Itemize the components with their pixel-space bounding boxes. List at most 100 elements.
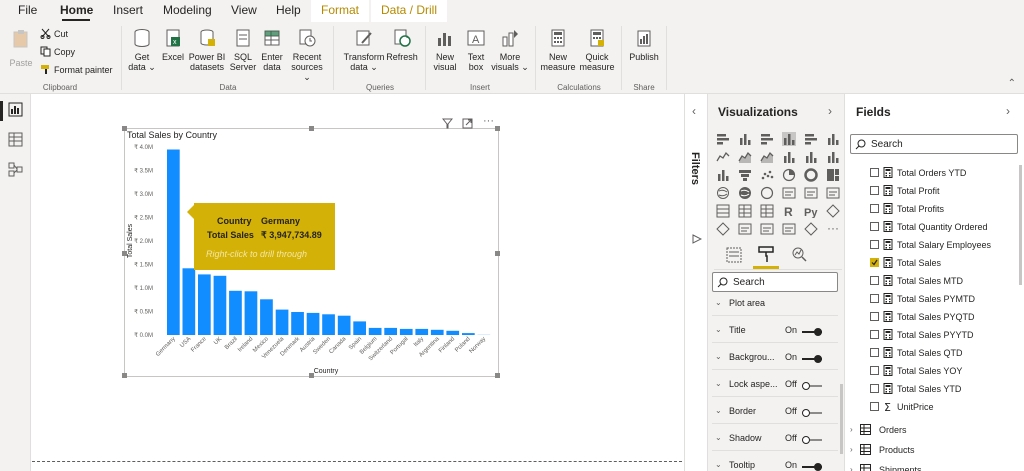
field-checkbox[interactable] — [870, 330, 879, 339]
chevron-right-icon[interactable]: › — [1006, 104, 1010, 118]
pie-chart-icon[interactable] — [782, 168, 796, 182]
refresh-button[interactable]: Refresh — [386, 28, 418, 62]
funnel-icon[interactable] — [738, 168, 752, 182]
bar[interactable] — [399, 328, 413, 335]
field-item[interactable]: Total Sales YTD — [846, 380, 1024, 398]
more-icon[interactable]: ··· — [826, 222, 840, 236]
multi-row-card-icon[interactable] — [804, 186, 818, 200]
tab-help[interactable]: Help — [276, 3, 301, 17]
table-item[interactable]: › Orders — [846, 420, 1024, 440]
cut-button[interactable]: Cut — [40, 28, 68, 39]
format-section[interactable]: ⌄ Shadow Off — [712, 425, 838, 451]
field-item[interactable]: Total Orders YTD — [846, 164, 1024, 182]
line-clustered-icon[interactable] — [804, 150, 818, 164]
bar[interactable] — [477, 334, 491, 335]
toggle-switch[interactable] — [801, 409, 823, 417]
field-item[interactable]: Σ UnitPrice — [846, 398, 1024, 416]
bar[interactable] — [430, 329, 444, 335]
new-visual-button[interactable]: New visual — [430, 28, 460, 72]
bar[interactable] — [291, 312, 304, 335]
fields-search-box[interactable]: Search — [850, 134, 1018, 154]
resize-handle[interactable] — [495, 373, 500, 378]
fields-well-icon[interactable] — [726, 247, 742, 263]
chevron-down-icon[interactable]: ⌄ — [715, 298, 722, 307]
format-section[interactable]: ⌄ Plot area — [712, 290, 838, 316]
powerbi-datasets-button[interactable]: Power BI datasets — [188, 28, 226, 72]
donut-icon[interactable] — [804, 168, 818, 182]
toggle-switch[interactable] — [801, 436, 823, 444]
enter-data-button[interactable]: Enter data — [259, 28, 285, 72]
paint-roller-icon[interactable] — [758, 246, 775, 263]
resize-handle[interactable] — [309, 373, 314, 378]
paste-button[interactable]: Paste — [8, 28, 34, 68]
resize-handle[interactable] — [122, 251, 127, 256]
chevron-left-icon[interactable]: ‹ — [692, 104, 696, 118]
chevron-down-icon[interactable]: ⌄ — [715, 460, 722, 469]
fields-scrollbar[interactable] — [1019, 165, 1022, 285]
format-search-box[interactable]: Search — [712, 272, 838, 292]
filled-map-icon[interactable] — [738, 186, 752, 200]
bar[interactable] — [244, 291, 258, 335]
bar[interactable] — [198, 274, 211, 335]
sql-server-button[interactable]: SQL Server — [228, 28, 258, 72]
tab-home[interactable]: Home — [60, 3, 93, 17]
bar[interactable] — [306, 312, 320, 335]
tab-insert[interactable]: Insert — [113, 3, 143, 17]
bar[interactable] — [353, 321, 366, 335]
text-box-button[interactable]: A Text box — [462, 28, 490, 72]
table-item[interactable]: › Products — [846, 440, 1024, 460]
line-column-icon[interactable] — [782, 150, 796, 164]
diamond-icon[interactable] — [804, 222, 818, 236]
treemap-icon[interactable] — [826, 168, 840, 182]
field-checkbox[interactable] — [870, 312, 879, 321]
bar[interactable] — [415, 328, 429, 335]
chevron-right-icon[interactable]: › — [850, 465, 853, 471]
bar[interactable] — [275, 309, 289, 335]
field-item[interactable]: Total Sales MTD — [846, 272, 1024, 290]
r-visual-icon[interactable]: R — [782, 204, 796, 218]
data-view-icon[interactable] — [8, 132, 23, 147]
more-visuals-button[interactable]: More visuals ⌄ — [491, 28, 529, 72]
format-section[interactable]: ⌄ Title On — [712, 317, 838, 343]
key-influencers-icon[interactable] — [826, 204, 840, 218]
tab-modeling[interactable]: Modeling — [163, 3, 212, 17]
field-item[interactable]: Total Salary Employees — [846, 236, 1024, 254]
ribbon-chart-icon[interactable] — [826, 150, 840, 164]
chevron-down-icon[interactable]: ⌄ — [715, 325, 722, 334]
clustered-bar-icon[interactable] — [760, 132, 774, 146]
bar[interactable] — [322, 314, 335, 335]
field-checkbox[interactable] — [870, 186, 879, 195]
more-options-icon[interactable]: ··· — [483, 115, 494, 127]
field-checkbox[interactable] — [870, 240, 879, 249]
bar[interactable] — [260, 299, 273, 335]
python-visual-icon[interactable]: Py — [804, 204, 818, 218]
bar[interactable] — [337, 315, 351, 335]
transform-data-button[interactable]: Transform data ⌄ — [341, 28, 387, 72]
chevron-right-icon[interactable]: › — [850, 425, 853, 434]
field-item[interactable]: Total Profits — [846, 200, 1024, 218]
resize-handle[interactable] — [495, 126, 500, 131]
table-item[interactable]: › Shipments — [846, 460, 1024, 471]
collapse-ribbon-icon[interactable]: ⌃ — [1008, 78, 1016, 89]
card-icon[interactable] — [782, 186, 796, 200]
100-column-icon[interactable] — [826, 132, 840, 146]
chevron-right-icon[interactable]: › — [828, 104, 832, 118]
waterfall-icon[interactable] — [716, 168, 730, 182]
kpi-icon[interactable] — [826, 186, 840, 200]
field-checkbox[interactable] — [870, 294, 879, 303]
excel-button[interactable]: x Excel — [160, 28, 186, 62]
resize-handle[interactable] — [122, 373, 127, 378]
qa-icon[interactable] — [738, 222, 752, 236]
field-item[interactable]: Total Quantity Ordered — [846, 218, 1024, 236]
toggle-switch[interactable] — [801, 355, 823, 363]
field-item[interactable]: Total Profit — [846, 182, 1024, 200]
tab-file[interactable]: File — [18, 3, 37, 17]
resize-handle[interactable] — [309, 126, 314, 131]
field-checkbox[interactable] — [870, 384, 879, 393]
model-view-icon[interactable] — [8, 162, 23, 177]
stacked-area-icon[interactable] — [760, 150, 774, 164]
field-checkbox[interactable] — [870, 258, 879, 267]
format-section[interactable]: ⌄ Lock aspe... Off — [712, 371, 838, 397]
slicer-icon[interactable] — [716, 204, 730, 218]
field-checkbox[interactable] — [870, 204, 879, 213]
